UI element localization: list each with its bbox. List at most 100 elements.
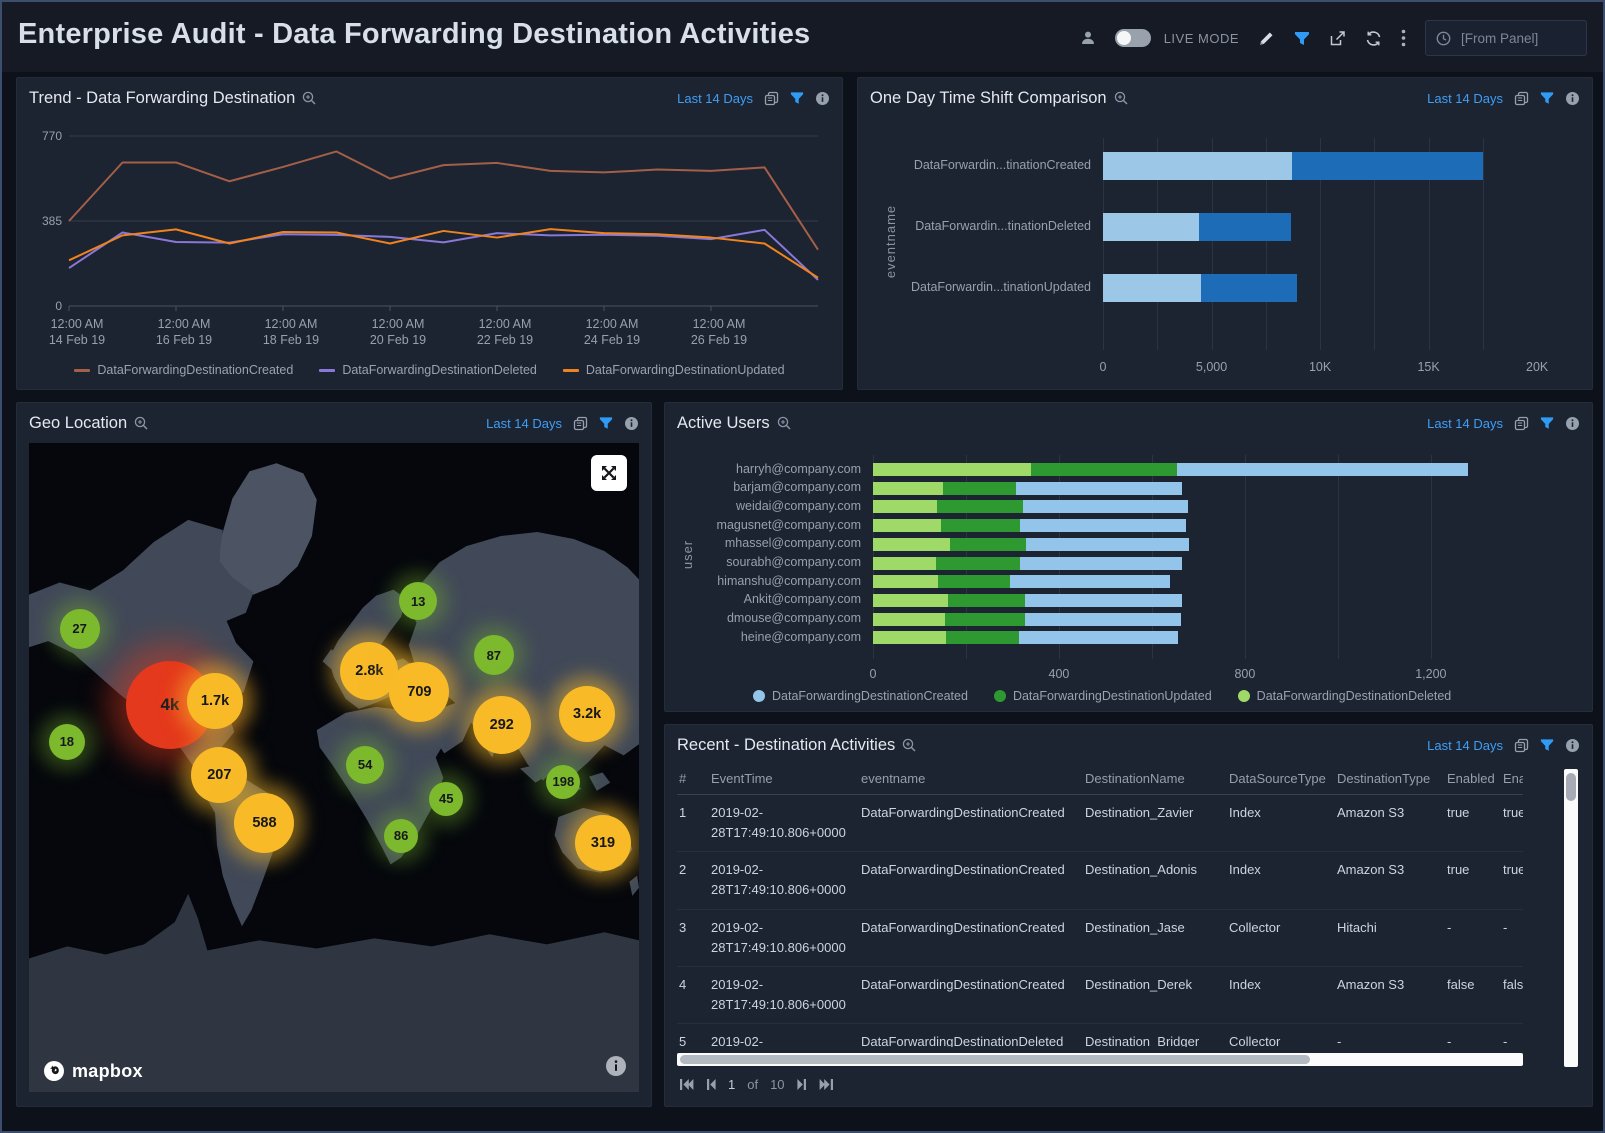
- time-range-input[interactable]: [From Panel]: [1425, 20, 1587, 56]
- legend-item[interactable]: DataForwardingDestinationUpdated: [994, 689, 1212, 703]
- legend-item[interactable]: DataForwardingDestinationUpdated: [563, 363, 785, 377]
- bar-segment-DataForwardingDestinationCreated[interactable]: [1025, 594, 1182, 607]
- bar-segment-DataForwardingDestinationCreated[interactable]: [1010, 575, 1169, 588]
- col-header-Enabled[interactable]: Enabled: [1445, 765, 1501, 795]
- bar-segment-DataForwardingDestinationUpdated[interactable]: [936, 557, 1020, 570]
- geo-bubble[interactable]: 709: [389, 662, 449, 722]
- bar-segment-DataForwardingDestinationDeleted[interactable]: [873, 631, 946, 644]
- table-row[interactable]: 12019-02-28T17:49:10.806+0000DataForward…: [677, 795, 1523, 852]
- bar-segment-Count_Shift_1d[interactable]: [1103, 152, 1292, 180]
- col-header-EventTime[interactable]: EventTime: [709, 765, 859, 795]
- bar-segment-DataForwardingDestinationCreated[interactable]: [1020, 557, 1182, 570]
- first-page-button[interactable]: [679, 1078, 694, 1091]
- legend-item[interactable]: DataForwardingDestinationDeleted: [319, 363, 537, 377]
- time-range-link[interactable]: Last 14 Days: [486, 416, 562, 431]
- zoom-in-icon[interactable]: [1114, 91, 1128, 105]
- bar-segment-Count[interactable]: [1292, 152, 1483, 180]
- filter-icon[interactable]: [1540, 738, 1554, 752]
- legend-item[interactable]: Count_Shift_1d: [1181, 388, 1286, 390]
- time-range-link[interactable]: Last 14 Days: [1427, 91, 1503, 106]
- scrollbar-thumb[interactable]: [1566, 773, 1576, 801]
- time-range-link[interactable]: Last 14 Days: [677, 91, 753, 106]
- geo-bubble[interactable]: 3.2k: [559, 686, 615, 742]
- bar-row[interactable]: [873, 575, 1170, 588]
- bar-row[interactable]: [873, 482, 1182, 495]
- info-icon[interactable]: [1565, 738, 1580, 753]
- geo-bubble[interactable]: 27: [60, 609, 100, 649]
- bar-segment-DataForwardingDestinationUpdated[interactable]: [948, 594, 1025, 607]
- bar-segment-DataForwardingDestinationCreated[interactable]: [1023, 500, 1188, 513]
- bar-segment-DataForwardingDestinationDeleted[interactable]: [873, 594, 948, 607]
- geo-bubble[interactable]: 87: [474, 635, 514, 675]
- bar-segment-DataForwardingDestinationUpdated[interactable]: [1031, 463, 1177, 476]
- bar-segment-Count[interactable]: [1199, 213, 1291, 241]
- bar-row[interactable]: [873, 557, 1182, 570]
- bar-segment-Count[interactable]: [1201, 274, 1298, 302]
- legend-item[interactable]: Count: [1103, 388, 1155, 390]
- bar-row[interactable]: [1103, 152, 1483, 180]
- bar-segment-DataForwardingDestinationUpdated[interactable]: [941, 519, 1020, 532]
- legend-item[interactable]: DataForwardingDestinationDeleted: [1238, 689, 1452, 703]
- copy-icon[interactable]: [1514, 738, 1529, 753]
- bar-row[interactable]: [873, 500, 1188, 513]
- bar-segment-DataForwardingDestinationDeleted[interactable]: [873, 463, 1031, 476]
- geo-bubble[interactable]: 13: [399, 582, 437, 620]
- geo-bubble[interactable]: 198: [546, 765, 580, 799]
- col-header-DestinationName[interactable]: DestinationName: [1083, 765, 1227, 795]
- table-row[interactable]: 42019-02-28T17:49:10.806+0000DataForward…: [677, 966, 1523, 1023]
- bar-segment-DataForwardingDestinationDeleted[interactable]: [873, 482, 943, 495]
- table-vertical-scrollbar[interactable]: [1564, 769, 1578, 1067]
- bar-segment-DataForwardingDestinationUpdated[interactable]: [950, 538, 1027, 551]
- refresh-icon[interactable]: [1365, 30, 1382, 47]
- geo-bubble[interactable]: 45: [429, 782, 463, 816]
- next-page-button[interactable]: [797, 1078, 807, 1091]
- bar-row[interactable]: [1103, 274, 1297, 302]
- copy-icon[interactable]: [1514, 91, 1529, 106]
- filter-icon[interactable]: [599, 416, 613, 430]
- col-header-DataSourceType[interactable]: DataSourceType: [1227, 765, 1335, 795]
- bar-segment-DataForwardingDestinationCreated[interactable]: [1026, 538, 1189, 551]
- copy-icon[interactable]: [764, 91, 779, 106]
- geo-bubble[interactable]: 86: [384, 819, 418, 853]
- table-row[interactable]: 32019-02-28T17:49:10.806+0000DataForward…: [677, 909, 1523, 966]
- time-range-link[interactable]: Last 14 Days: [1427, 738, 1503, 753]
- info-icon[interactable]: [1565, 91, 1580, 106]
- bar-row[interactable]: [1103, 213, 1291, 241]
- info-icon[interactable]: [1565, 416, 1580, 431]
- last-page-button[interactable]: [819, 1078, 834, 1091]
- live-mode-toggle[interactable]: [1115, 29, 1151, 47]
- table-horizontal-scrollbar[interactable]: [677, 1053, 1523, 1066]
- bar-row[interactable]: [873, 613, 1181, 626]
- legend-item[interactable]: DataForwardingDestinationCreated: [753, 689, 968, 703]
- bar-segment-DataForwardingDestinationCreated[interactable]: [1020, 519, 1185, 532]
- bar-row[interactable]: [873, 463, 1468, 476]
- bar-segment-DataForwardingDestinationUpdated[interactable]: [945, 613, 1025, 626]
- bar-row[interactable]: [873, 538, 1189, 551]
- col-header-DestinationType[interactable]: DestinationType: [1335, 765, 1445, 795]
- bar-segment-DataForwardingDestinationCreated[interactable]: [1025, 613, 1181, 626]
- bar-segment-DataForwardingDestinationCreated[interactable]: [1177, 463, 1468, 476]
- bar-row[interactable]: [873, 594, 1182, 607]
- bar-segment-DataForwardingDestinationCreated[interactable]: [1019, 631, 1178, 644]
- zoom-in-icon[interactable]: [134, 416, 148, 430]
- map-info-icon[interactable]: [605, 1055, 627, 1082]
- share-icon[interactable]: [1329, 30, 1346, 47]
- filter-icon[interactable]: [1294, 31, 1310, 46]
- bar-row[interactable]: [873, 631, 1178, 644]
- geo-bubble[interactable]: 207: [191, 747, 247, 803]
- time-range-link[interactable]: Last 14 Days: [1427, 416, 1503, 431]
- kebab-menu-icon[interactable]: [1401, 29, 1406, 47]
- bar-row[interactable]: [873, 519, 1186, 532]
- zoom-in-icon[interactable]: [777, 416, 791, 430]
- zoom-in-icon[interactable]: [902, 738, 916, 752]
- bar-segment-Count_Shift_1d[interactable]: [1103, 213, 1199, 241]
- filter-icon[interactable]: [1540, 91, 1554, 105]
- col-header-#[interactable]: #: [677, 765, 709, 795]
- geo-bubble[interactable]: 1.7k: [187, 673, 243, 729]
- map-fullscreen-button[interactable]: [591, 455, 627, 491]
- bar-segment-DataForwardingDestinationDeleted[interactable]: [873, 538, 950, 551]
- info-icon[interactable]: [815, 91, 830, 106]
- copy-icon[interactable]: [573, 416, 588, 431]
- geo-bubble[interactable]: 319: [575, 815, 631, 871]
- bar-segment-DataForwardingDestinationDeleted[interactable]: [873, 519, 941, 532]
